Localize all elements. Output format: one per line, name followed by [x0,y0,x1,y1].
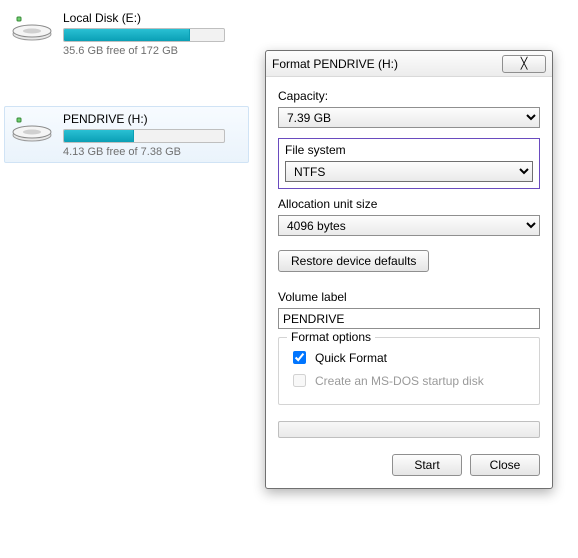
start-button[interactable]: Start [392,454,462,476]
dialog-body: Capacity: 7.39 GB File system NTFS Alloc… [266,77,552,488]
file-system-group: File system NTFS [278,138,540,189]
drive-name: Local Disk (E:) [63,11,242,25]
hard-drive-icon [11,111,53,143]
volume-label-label: Volume label [278,290,540,304]
drive-name: PENDRIVE (H:) [63,112,242,126]
quick-format-row[interactable]: Quick Format [289,348,529,367]
close-icon: ╳ [521,57,528,70]
capacity-select[interactable]: 7.39 GB [278,107,540,128]
hard-drive-icon [11,10,53,42]
capacity-fill [64,29,190,41]
drive-item-pendrive-h[interactable]: PENDRIVE (H:) 4.13 GB free of 7.38 GB [4,106,249,163]
drive-info: Local Disk (E:) 35.6 GB free of 172 GB [63,10,242,57]
quick-format-checkbox[interactable] [293,351,306,364]
titlebar[interactable]: Format PENDRIVE (H:) ╳ [266,51,552,77]
close-dialog-button[interactable]: Close [470,454,540,476]
drive-info: PENDRIVE (H:) 4.13 GB free of 7.38 GB [63,111,242,158]
restore-defaults-button[interactable]: Restore device defaults [278,250,429,272]
capacity-bar [63,28,225,42]
format-options-label: Format options [287,330,375,344]
allocation-label: Allocation unit size [278,197,540,211]
dialog-title: Format PENDRIVE (H:) [272,57,398,71]
drive-free-text: 4.13 GB free of 7.38 GB [63,146,242,158]
format-dialog: Format PENDRIVE (H:) ╳ Capacity: 7.39 GB… [265,50,553,489]
capacity-fill [64,130,134,142]
drive-free-text: 35.6 GB free of 172 GB [63,45,242,57]
drive-item-local-disk-e[interactable]: Local Disk (E:) 35.6 GB free of 172 GB [4,5,249,62]
allocation-select[interactable]: 4096 bytes [278,215,540,236]
capacity-bar [63,129,225,143]
dialog-buttons: Start Close [278,454,540,476]
quick-format-label: Quick Format [315,351,387,365]
file-system-select[interactable]: NTFS [285,161,533,182]
msdos-row: Create an MS-DOS startup disk [289,371,529,390]
capacity-label: Capacity: [278,89,540,103]
file-system-label: File system [285,143,533,157]
volume-label-input[interactable] [278,308,540,329]
msdos-label: Create an MS-DOS startup disk [315,374,484,388]
format-progress-bar [278,421,540,438]
msdos-checkbox [293,374,306,387]
close-button[interactable]: ╳ [502,55,546,73]
format-options-group: Format options Quick Format Create an MS… [278,337,540,405]
